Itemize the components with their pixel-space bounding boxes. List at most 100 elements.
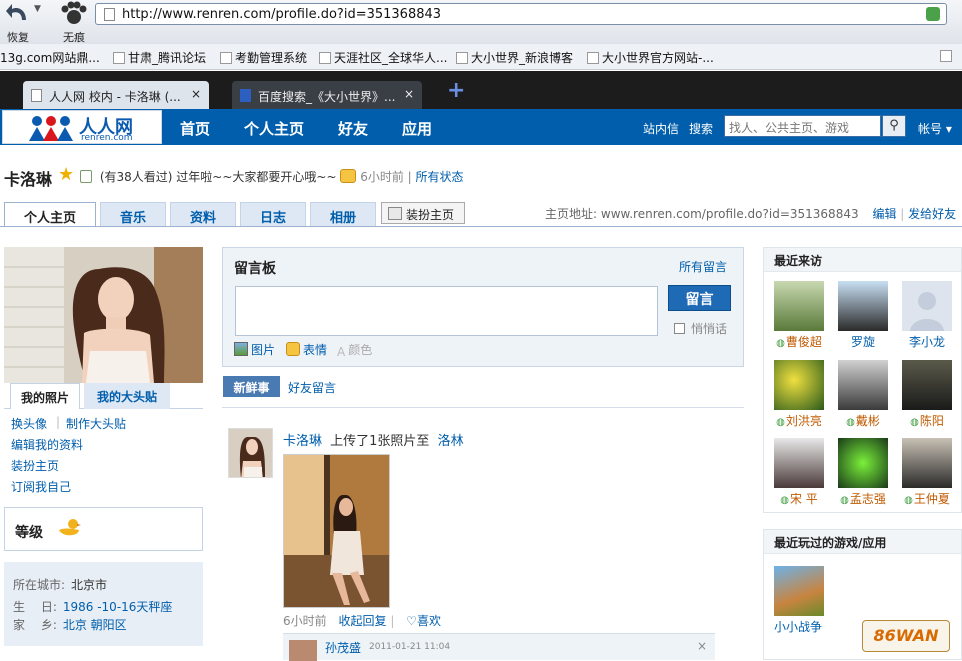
collapse-replies-link[interactable]: 收起回复 bbox=[338, 614, 386, 628]
close-tab-icon[interactable]: × bbox=[404, 87, 414, 101]
bookmark-item[interactable]: 考勤管理系统 bbox=[220, 49, 307, 66]
ie-icon[interactable] bbox=[940, 49, 955, 63]
feed-author-link[interactable]: 卡洛琳 bbox=[283, 434, 322, 449]
tab-blog[interactable]: 日志 bbox=[240, 202, 306, 226]
like-button[interactable]: ♡喜欢 bbox=[406, 614, 441, 628]
all-messages-link[interactable]: 所有留言 bbox=[679, 258, 727, 275]
browser-tab-active[interactable]: 人人网 校内 - 卡洛琳 (... × bbox=[23, 81, 209, 109]
info-city: 所在城市: 北京市 bbox=[13, 578, 108, 592]
browser-tab[interactable]: 百度搜索_《大小世界》... × bbox=[232, 81, 422, 109]
visitor-item[interactable]: 宋 平 bbox=[773, 438, 825, 507]
address-bar-url[interactable]: http://www.renren.com/profile.do?id=3513… bbox=[122, 7, 441, 22]
visitor-item[interactable]: 李小龙 bbox=[901, 281, 953, 350]
tab-friend-messages[interactable]: 好友留言 bbox=[288, 379, 336, 396]
feed-album-link[interactable]: 洛林 bbox=[438, 434, 464, 449]
nav-profile[interactable]: 个人主页 bbox=[244, 118, 304, 139]
whisper-checkbox[interactable]: 悄悄话 bbox=[674, 320, 727, 337]
site-search-input[interactable]: 找人、公共主页、游戏 bbox=[724, 115, 881, 137]
profile-name: 卡洛琳 bbox=[4, 170, 53, 189]
browser-tabstrip: 人人网 校内 - 卡洛琳 (... × 百度搜索_《大小世界》... × + bbox=[0, 71, 962, 109]
change-avatar-link[interactable]: 换头像 bbox=[11, 415, 47, 432]
nav-friends[interactable]: 好友 bbox=[338, 118, 368, 139]
commenter-avatar[interactable] bbox=[289, 640, 317, 661]
new-tab-button[interactable]: + bbox=[447, 78, 465, 103]
post-message-button[interactable]: 留言 bbox=[668, 285, 731, 311]
bookmark-item[interactable]: 天涯社区_全球华人... bbox=[319, 49, 447, 66]
profile-photo[interactable] bbox=[4, 247, 203, 383]
tab-info[interactable]: 资料 bbox=[170, 202, 236, 226]
visitor-item[interactable]: 罗旋 bbox=[837, 281, 889, 350]
edit-url-link[interactable]: 编辑 bbox=[872, 207, 896, 221]
tab-news-feed[interactable]: 新鲜事 bbox=[223, 376, 280, 397]
page-url: www.renren.com/profile.do?id=351368843 bbox=[600, 207, 859, 221]
visitor-item[interactable]: 陈阳 bbox=[901, 360, 953, 429]
visitor-item[interactable]: 戴彬 bbox=[837, 360, 889, 429]
bookmark-item[interactable]: 大小世界官方网站-... bbox=[587, 49, 714, 66]
portrait-image bbox=[4, 247, 203, 383]
nav-apps[interactable]: 应用 bbox=[402, 118, 432, 139]
status-text: 过年啦~~大家都要开心哦~~ bbox=[176, 170, 337, 184]
search-icon[interactable]: ⚲ bbox=[882, 115, 906, 137]
incognito-button[interactable]: 无痕 bbox=[56, 0, 92, 45]
status-time: 6小时前 bbox=[360, 170, 404, 184]
make-sticker-link[interactable]: 制作大头贴 bbox=[66, 415, 126, 432]
globe-icon bbox=[319, 52, 331, 64]
visitor-item[interactable]: 刘洪亮 bbox=[773, 360, 825, 429]
feed-photo[interactable] bbox=[283, 454, 390, 608]
page-icon bbox=[31, 89, 42, 102]
tab-home[interactable]: 个人主页 bbox=[4, 202, 96, 227]
checkbox-icon bbox=[674, 323, 685, 334]
insert-emoticon-button[interactable]: 表情 bbox=[286, 341, 327, 358]
game-name-link[interactable]: 小小战争 bbox=[774, 618, 822, 635]
recent-games-title: 最近玩过的游戏/应用 bbox=[774, 536, 887, 550]
history-dropdown-icon[interactable]: ▼ bbox=[34, 4, 41, 14]
visitor-item[interactable]: 曹俊超 bbox=[773, 281, 825, 350]
page-icon bbox=[587, 52, 599, 64]
page-url-line: 主页地址: www.renren.com/profile.do?id=35136… bbox=[545, 207, 957, 221]
incognito-label: 无痕 bbox=[63, 31, 85, 44]
subscribe-self-link[interactable]: 订阅我自己 bbox=[11, 478, 71, 495]
message-input[interactable] bbox=[235, 286, 658, 336]
feed-author-avatar[interactable] bbox=[228, 428, 273, 478]
close-tab-icon[interactable]: × bbox=[191, 87, 201, 101]
tab-album[interactable]: 相册 bbox=[310, 202, 376, 226]
nav-messages[interactable]: 站内信 bbox=[643, 120, 679, 137]
bookmark-item[interactable]: 大小世界_新浪博客 bbox=[456, 49, 573, 66]
visitor-avatar bbox=[838, 281, 888, 331]
text-color-button[interactable]: A 颜色 bbox=[337, 341, 372, 359]
share-link[interactable]: 发给好友 bbox=[908, 207, 956, 221]
uploaded-photo-image bbox=[284, 455, 389, 607]
people-logo-icon bbox=[29, 116, 73, 141]
bookmark-item[interactable]: 13g.com网站鼎... bbox=[0, 49, 100, 66]
delete-comment-icon[interactable]: × bbox=[697, 639, 707, 653]
duck-level-icon[interactable] bbox=[59, 518, 81, 538]
visitor-avatar bbox=[902, 281, 952, 331]
insert-image-button[interactable]: 图片 bbox=[234, 341, 275, 358]
commenter-name[interactable]: 孙茂盛 bbox=[325, 639, 361, 656]
baidu-paw-icon bbox=[240, 89, 251, 102]
decorate-button[interactable]: 装扮主页 bbox=[381, 202, 465, 224]
security-shield-icon[interactable] bbox=[926, 7, 940, 21]
renren-logo[interactable]: 人人网 renren.com bbox=[2, 110, 162, 144]
nav-home[interactable]: 首页 bbox=[180, 118, 210, 139]
font-color-icon: A bbox=[337, 345, 346, 359]
game-thumbnail[interactable] bbox=[774, 566, 824, 616]
tab-my-photos[interactable]: 我的照片 bbox=[10, 383, 80, 409]
account-menu[interactable]: 帐号 ▾ bbox=[918, 120, 952, 137]
level-box: 等级 bbox=[4, 507, 203, 551]
tab-my-stickers[interactable]: 我的大头贴 bbox=[84, 383, 170, 409]
visitor-avatar bbox=[838, 438, 888, 488]
restore-label: 恢复 bbox=[7, 31, 29, 44]
visitor-item[interactable]: 王仲夏 bbox=[901, 438, 953, 507]
all-status-link[interactable]: 所有状态 bbox=[416, 170, 464, 184]
page-icon bbox=[104, 8, 115, 21]
thumbs-up-icon: ♡ bbox=[406, 614, 417, 628]
bookmark-item[interactable]: 甘肃_腾讯论坛 bbox=[113, 49, 206, 66]
address-bar[interactable]: http://www.renren.com/profile.do?id=3513… bbox=[95, 3, 947, 25]
nav-search[interactable]: 搜索 bbox=[689, 120, 713, 137]
edit-profile-link[interactable]: 编辑我的资料 bbox=[11, 436, 83, 453]
tab-music[interactable]: 音乐 bbox=[100, 202, 166, 226]
restore-button[interactable]: 恢复 bbox=[4, 0, 32, 45]
decorate-link[interactable]: 装扮主页 bbox=[11, 457, 59, 474]
visitor-item[interactable]: 孟志强 bbox=[837, 438, 889, 507]
